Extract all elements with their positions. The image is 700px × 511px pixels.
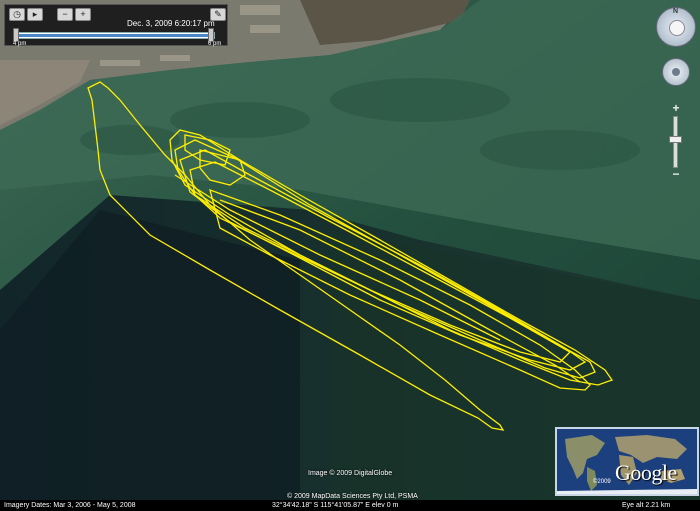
clock-icon[interactable]: ◷ [9,8,25,21]
time-slider-panel[interactable]: ◷ ▸ − + ✎ Dec. 3, 2009 6:20:17 pm 4 pm 6… [4,4,228,47]
overview-copyright: ©2009 [593,479,611,485]
zoom-slider-thumb[interactable] [669,136,682,143]
time-range [18,34,212,37]
eye-icon[interactable] [669,20,685,36]
animate-icon[interactable]: ▸ [27,8,43,21]
zoom-out-button[interactable]: − [670,168,682,180]
time-track[interactable] [15,32,215,39]
hand-icon [672,68,680,76]
status-bar: Imagery Dates: Mar 3, 2006 - May 5, 2008… [0,500,700,511]
mapdata-credit: © 2009 MapData Sciences Pty Ltd, PSMA [287,493,418,500]
pointer-coordinates: 32°34'42.18" S 115°41'05.87" E elev 0 m [272,502,399,509]
imagery-dates: Imagery Dates: Mar 3, 2006 - May 5, 2008 [4,502,136,509]
eye-altitude: Eye alt 2.21 km [622,502,671,509]
time-start-handle[interactable] [13,28,19,42]
zoom-in-button[interactable]: + [670,102,682,114]
imagery-credit: Image © 2009 DigitalGlobe [308,470,393,477]
earth-viewport[interactable]: ◷ ▸ − + ✎ Dec. 3, 2009 6:20:17 pm 4 pm 6… [0,0,700,511]
time-right-label: 6 pm [208,41,222,47]
time-left-label: 4 pm [13,41,27,47]
time-end-handle[interactable] [208,28,214,42]
zoom-out-time-icon[interactable]: − [57,8,73,21]
compass-control[interactable]: N [656,7,696,47]
look-joystick[interactable] [662,58,690,86]
google-logo: Google [615,460,677,485]
zoom-in-time-icon[interactable]: + [75,8,91,21]
north-label: N [673,8,679,15]
time-date-label: Dec. 3, 2009 6:20:17 pm [127,19,215,28]
